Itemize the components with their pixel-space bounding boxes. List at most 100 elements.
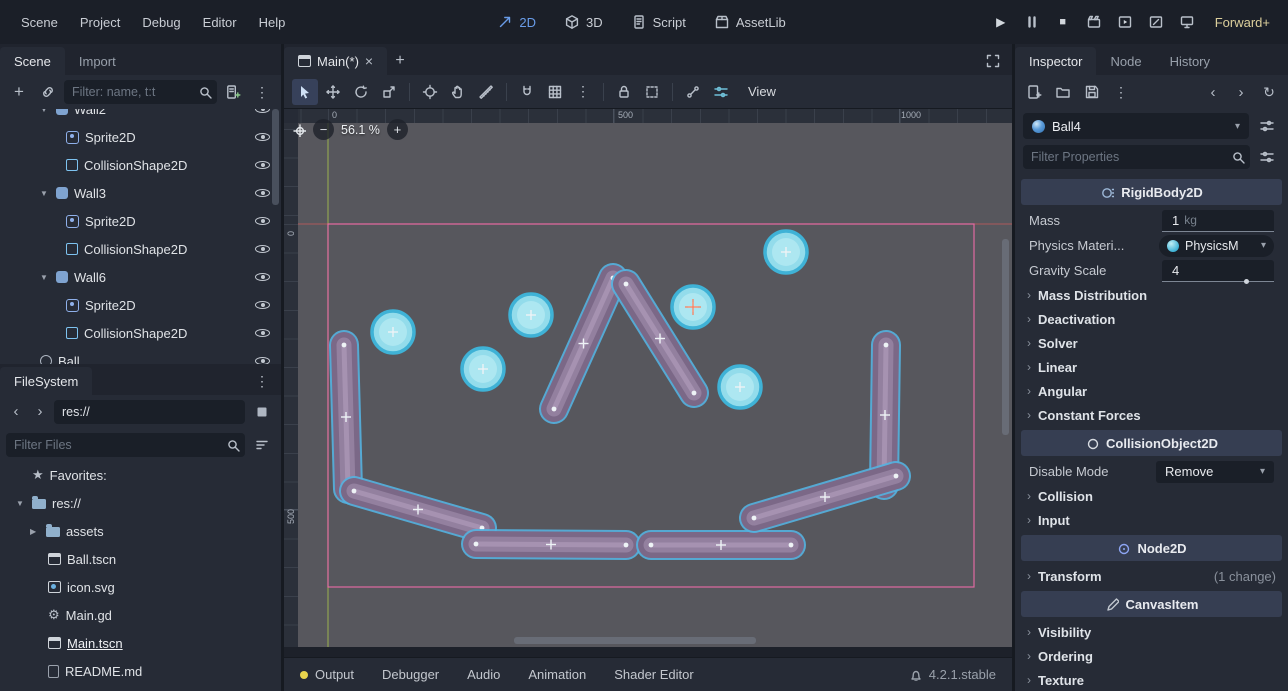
tree-row-collisionshape2d[interactable]: CollisionShape2D (0, 151, 281, 179)
scene-tab-main[interactable]: Main(*) × (284, 47, 387, 75)
tree-row-sprite2d[interactable]: Sprite2D (0, 123, 281, 151)
renderer-dropdown[interactable]: Forward+ (1201, 15, 1278, 30)
zoom-in-button[interactable]: + (387, 119, 408, 140)
scale-tool-button[interactable] (376, 79, 402, 105)
collapse-icon[interactable]: ▼ (40, 273, 50, 282)
group-mass-distribution[interactable]: ›Mass Distribution (1017, 283, 1286, 307)
group-angular[interactable]: ›Angular (1017, 379, 1286, 403)
mode-2d[interactable]: 2D (487, 8, 546, 36)
canvas-hscrollbar[interactable] (514, 637, 756, 644)
scene-tree-options-button[interactable]: ⋮ (249, 79, 275, 105)
tree-row-collisionshape2d[interactable]: CollisionShape2D (0, 319, 281, 347)
scene-render[interactable] (298, 123, 1012, 647)
visibility-icon[interactable] (254, 109, 271, 118)
movie-maker-button[interactable] (1080, 8, 1108, 36)
slider-grabber[interactable] (1244, 279, 1249, 284)
notification-icon[interactable] (908, 668, 921, 681)
fs-row-ball-tscn[interactable]: Ball.tscn (0, 545, 281, 573)
visibility-icon[interactable] (254, 157, 271, 174)
group-selected-button[interactable] (639, 79, 665, 105)
group-linear[interactable]: ›Linear (1017, 355, 1286, 379)
visibility-icon[interactable] (254, 325, 271, 342)
play-scene-button[interactable] (1111, 8, 1139, 36)
bottom-tab-output[interactable]: Output (300, 667, 354, 682)
scene-filter-input[interactable] (64, 80, 217, 104)
new-scene-tab-button[interactable]: + (387, 48, 413, 74)
toggle-split-mode-button[interactable] (249, 399, 275, 425)
view-menu-button[interactable]: View (736, 79, 788, 105)
menu-scene[interactable]: Scene (10, 8, 69, 36)
group-visibility[interactable]: ›Visibility (1017, 620, 1286, 644)
viewport-canvas[interactable]: 0 500 1000 0 500 − 56.1 % + (284, 109, 1012, 647)
mode-3d[interactable]: 3D (554, 8, 613, 36)
tab-history[interactable]: History (1156, 47, 1224, 75)
add-node-button[interactable]: + (6, 79, 32, 105)
select-tool-button[interactable] (292, 79, 318, 105)
fs-row-favorites[interactable]: ★ Favorites: (0, 461, 281, 489)
group-deactivation[interactable]: ›Deactivation (1017, 307, 1286, 331)
tree-row-collisionshape2d[interactable]: CollisionShape2D (0, 235, 281, 263)
nav-back-button[interactable]: ‹ (6, 399, 26, 425)
new-resource-button[interactable] (1021, 79, 1047, 105)
skeleton-tool-button[interactable] (680, 79, 706, 105)
mode-script[interactable]: Script (621, 8, 696, 36)
load-resource-button[interactable] (1050, 79, 1076, 105)
fs-row-res[interactable]: ▼ res:// (0, 489, 281, 517)
file-sort-button[interactable] (249, 432, 275, 458)
bottom-tab-audio[interactable]: Audio (467, 667, 500, 682)
visibility-icon[interactable] (254, 129, 271, 146)
attach-script-button[interactable] (220, 79, 246, 105)
category-rigidbody2d[interactable]: RigidBody2D (1021, 179, 1282, 205)
gravity-scale-spinbox[interactable]: 4 (1162, 260, 1274, 282)
file-filter-input[interactable] (6, 433, 245, 457)
visibility-icon[interactable] (254, 353, 271, 365)
expand-viewport-button[interactable] (980, 48, 1006, 74)
filesystem-options-button[interactable]: ⋮ (249, 368, 275, 394)
fs-row-main-gd[interactable]: ⚙ Main.gd (0, 601, 281, 629)
group-texture[interactable]: ›Texture (1017, 668, 1286, 691)
node-extra-options-button[interactable] (1254, 113, 1280, 139)
tree-row-ball[interactable]: Ball (0, 347, 281, 364)
tree-row-sprite2d[interactable]: Sprite2D (0, 291, 281, 319)
tree-row-sprite2d[interactable]: Sprite2D (0, 207, 281, 235)
grid-snap-button[interactable] (542, 79, 568, 105)
tab-scene[interactable]: Scene (0, 47, 65, 75)
play-custom-scene-button[interactable] (1142, 8, 1170, 36)
mode-assetlib[interactable]: AssetLib (704, 8, 796, 36)
visibility-icon[interactable] (254, 213, 271, 230)
rotate-tool-button[interactable] (348, 79, 374, 105)
menu-debug[interactable]: Debug (131, 8, 191, 36)
expand-icon[interactable]: ▶ (30, 527, 40, 536)
canvas-vscrollbar[interactable] (1002, 239, 1009, 435)
history-back-button[interactable]: ‹ (1200, 79, 1226, 105)
remote-debug-button[interactable] (1173, 8, 1201, 36)
tab-filesystem[interactable]: FileSystem (0, 367, 92, 395)
tab-inspector[interactable]: Inspector (1015, 47, 1096, 75)
collapse-icon[interactable]: ▼ (40, 189, 50, 198)
move-tool-button[interactable] (320, 79, 346, 105)
pause-button[interactable] (1018, 8, 1046, 36)
bottom-tab-animation[interactable]: Animation (528, 667, 586, 682)
tab-node[interactable]: Node (1096, 47, 1155, 75)
path-input[interactable] (54, 400, 245, 424)
group-transform[interactable]: › Transform (1 change) (1017, 564, 1286, 588)
version-label[interactable]: 4.2.1.stable (929, 667, 996, 682)
tree-row-wall2[interactable]: ▼ Wall2 (0, 109, 281, 123)
scene-tree-scrollbar[interactable] (272, 109, 279, 205)
tab-import[interactable]: Import (65, 47, 130, 75)
menu-project[interactable]: Project (69, 8, 131, 36)
property-filter-options-button[interactable] (1254, 144, 1280, 170)
group-ordering[interactable]: ›Ordering (1017, 644, 1286, 668)
lock-selected-button[interactable] (611, 79, 637, 105)
close-icon[interactable]: × (365, 53, 373, 69)
mass-spinbox[interactable]: 1 kg (1162, 210, 1274, 232)
object-history-button[interactable]: ↻ (1256, 79, 1282, 105)
menu-editor[interactable]: Editor (192, 8, 248, 36)
visibility-icon[interactable] (254, 269, 271, 286)
visibility-icon[interactable] (254, 185, 271, 202)
fs-row-icon-svg[interactable]: icon.svg (0, 573, 281, 601)
fs-row-readme[interactable]: README.md (0, 657, 281, 685)
snap-options-button[interactable]: ⋮ (570, 79, 596, 105)
collapse-icon[interactable]: ▼ (40, 109, 50, 114)
physics-material-picker[interactable]: PhysicsM ▾ (1159, 235, 1274, 257)
